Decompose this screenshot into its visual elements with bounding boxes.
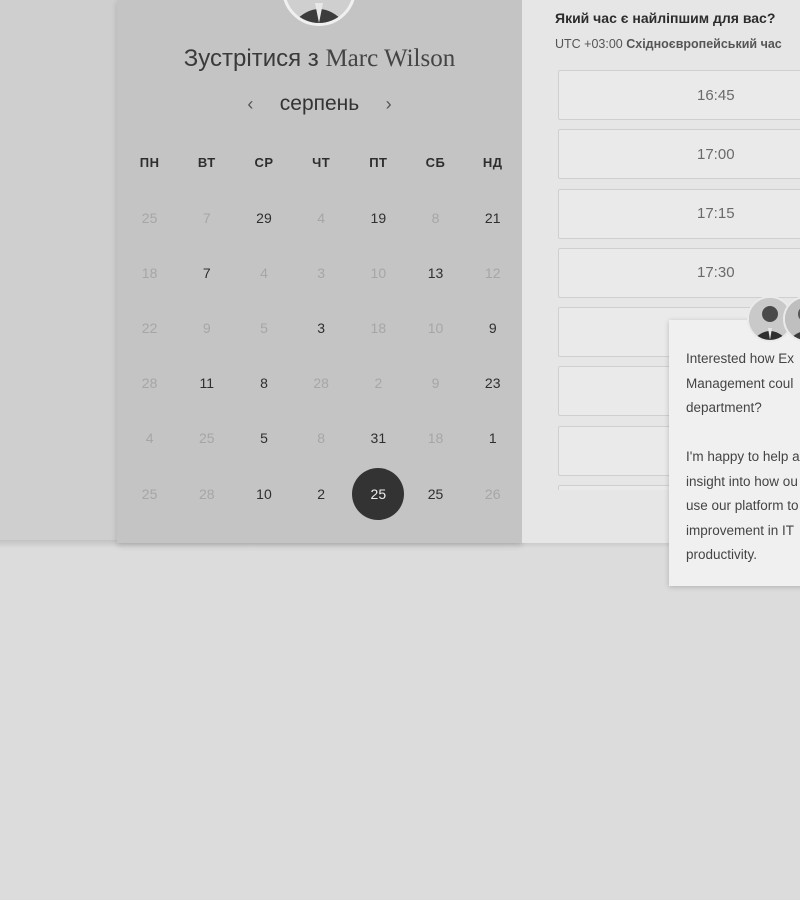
host-avatar xyxy=(282,0,356,26)
weekday-header: ВТ xyxy=(197,155,216,170)
selected-day-label: 25 xyxy=(352,467,405,520)
calendar-day: 25 xyxy=(141,485,158,502)
calendar-day[interactable]: 3 xyxy=(293,300,350,355)
weekday-header: СБ xyxy=(425,155,446,170)
calendar-day[interactable]: 2 xyxy=(293,466,350,521)
calendar-day: 10 xyxy=(370,264,387,281)
person-icon xyxy=(285,0,353,23)
chat-message: Interested how Ex Management coul depart… xyxy=(686,351,800,562)
calendar-day: 8 xyxy=(431,209,440,226)
calendar-day: 4 xyxy=(260,264,268,281)
time-question: Який час є найліпшим для вас? xyxy=(555,10,776,26)
chat-popup[interactable]: Interested how Ex Management coul depart… xyxy=(669,320,800,586)
calendar-day: 22 xyxy=(141,319,158,336)
meeting-title: Зустрітися з Marc Wilson xyxy=(117,45,522,73)
calendar-day: 25 xyxy=(141,209,158,226)
weekday-header: ПТ xyxy=(369,155,388,170)
calendar-day: 12 xyxy=(484,264,501,281)
calendar-day[interactable]: 31 xyxy=(350,411,407,466)
time-slot-button[interactable]: 17:30 xyxy=(558,247,800,298)
calendar-day: 5 xyxy=(260,319,268,336)
calendar-day: 4 xyxy=(145,430,154,447)
calendar-day: 28 xyxy=(198,485,215,502)
calendar-day[interactable]: 9 xyxy=(464,300,521,355)
calendar-day: 18 xyxy=(427,430,444,447)
time-slot-button[interactable]: 17:00 xyxy=(558,129,800,180)
host-name: Marc Wilson xyxy=(325,45,456,72)
calendar-day: 9 xyxy=(431,375,440,392)
calendar-day[interactable]: 11 xyxy=(178,356,235,411)
calendar-day: 10 xyxy=(427,319,444,336)
calendar-day[interactable]: 8 xyxy=(235,356,292,411)
calendar-day: 26 xyxy=(484,485,501,502)
calendar-day: 25 xyxy=(198,430,215,447)
calendar-grid: ПН ВТ СР ЧТ ПТ СБ НД 25 7 29 4 19 8 21 18 7 4 3 10 13 12 22 9 5… xyxy=(121,135,521,521)
chevron-left-icon[interactable]: ‹ xyxy=(239,94,261,115)
calendar-day: 9 xyxy=(202,319,211,336)
calendar-day: 3 xyxy=(317,264,326,281)
calendar-day[interactable]: 7 xyxy=(178,245,235,300)
calendar-day[interactable]: 10 xyxy=(235,466,292,521)
weekday-header: ЧТ xyxy=(312,155,331,170)
time-slot-button[interactable]: 16:45 xyxy=(558,70,800,120)
calendar-day: 8 xyxy=(317,430,326,447)
calendar-day[interactable]: 21 xyxy=(464,190,521,245)
page: Зустрітися з Marc Wilson ‹ серпень › ПН В… xyxy=(0,0,800,900)
weekday-header: СР xyxy=(254,155,274,170)
weekday-header: ПН xyxy=(139,155,160,170)
calendar-day[interactable]: 29 xyxy=(235,190,292,245)
month-navigation: ‹ серпень › xyxy=(117,92,522,122)
chevron-right-icon[interactable]: › xyxy=(378,94,400,115)
month-label: серпень xyxy=(279,92,360,115)
calendar-day-selected[interactable]: 25 xyxy=(350,466,407,521)
calendar-day: 7 xyxy=(202,209,211,226)
calendar-day: 18 xyxy=(141,264,158,281)
calendar-day: 4 xyxy=(317,209,326,226)
calendar-day: 28 xyxy=(141,375,158,392)
calendar-day[interactable]: 25 xyxy=(407,466,464,521)
time-slot-button[interactable]: 17:15 xyxy=(558,188,800,239)
calendar-day: 18 xyxy=(370,319,387,336)
calendar-panel: Зустрітися з Marc Wilson ‹ серпень › ПН В… xyxy=(117,0,522,543)
calendar-day[interactable]: 23 xyxy=(464,356,521,411)
calendar-day: 28 xyxy=(313,375,329,392)
calendar-day[interactable]: 13 xyxy=(407,245,464,300)
timezone-name: Східноєвропейський час xyxy=(626,37,782,51)
weekday-header: НД xyxy=(482,155,503,170)
calendar-day[interactable]: 5 xyxy=(235,411,292,466)
timezone-label[interactable]: UTC +03:00 Східноєвропейський час xyxy=(555,37,782,51)
calendar-day[interactable]: 1 xyxy=(464,411,521,466)
calendar-day: 2 xyxy=(374,375,383,392)
calendar-day[interactable]: 19 xyxy=(350,190,407,245)
meet-prefix: Зустрітися з xyxy=(183,45,319,72)
timezone-offset: UTC +03:00 xyxy=(555,37,623,51)
